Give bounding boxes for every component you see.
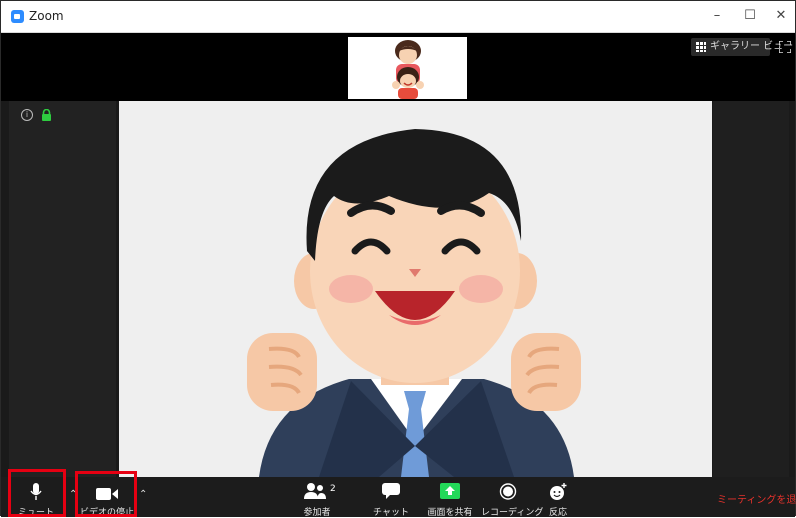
minimize-icon[interactable]: – [703, 5, 731, 27]
gallery-view-button[interactable]: ギャラリー ビュー [691, 38, 793, 56]
video-options-caret[interactable]: ⌃ [139, 489, 147, 500]
zoom-logo-icon [11, 10, 24, 23]
reactions-button[interactable]: 反応 [541, 479, 575, 518]
active-speaker-video [119, 101, 712, 477]
chat-icon [382, 483, 400, 499]
right-panel [713, 101, 789, 477]
participant-thumbnail[interactable] [348, 37, 467, 99]
record-icon [499, 483, 517, 500]
participants-label: 参加者 [303, 508, 331, 518]
fullscreen-icon[interactable] [779, 41, 791, 53]
window-title: Zoom [29, 9, 64, 23]
participants-icon [304, 483, 326, 499]
share-screen-icon [440, 483, 460, 499]
share-screen-button[interactable]: 画面を共有 [427, 479, 473, 518]
chat-label: チャット [373, 508, 409, 518]
recording-button[interactable]: レコーディング [481, 479, 544, 518]
reactions-label: 反応 [548, 508, 567, 518]
participants-button[interactable]: 2 参加者 [297, 479, 337, 518]
maximize-icon[interactable]: ☐ [736, 5, 764, 27]
thumbnail-illustration [348, 37, 467, 99]
lock-icon[interactable] [41, 109, 52, 121]
reaction-icon [550, 483, 567, 500]
recording-label: レコーディング [481, 508, 544, 518]
zoom-window: Zoom – ☐ ✕ ギャラリー ビュー i ミュート ⌃ ビデオの停止 ⌃ 2… [0, 0, 796, 518]
video-highlight-box [75, 471, 137, 517]
share-screen-label: 画面を共有 [427, 508, 473, 518]
participants-count: 2 [330, 484, 336, 494]
speaker-illustration [119, 101, 712, 477]
info-icon[interactable]: i [21, 109, 33, 121]
left-panel [9, 101, 116, 477]
title-bar: Zoom – ☐ ✕ [1, 1, 795, 33]
chat-button[interactable]: チャット [371, 479, 411, 518]
leave-meeting-button[interactable]: ミーティングを退出 [717, 491, 796, 506]
gallery-grid-icon [696, 42, 706, 52]
mute-highlight-box [8, 469, 66, 517]
close-icon[interactable]: ✕ [767, 5, 795, 27]
